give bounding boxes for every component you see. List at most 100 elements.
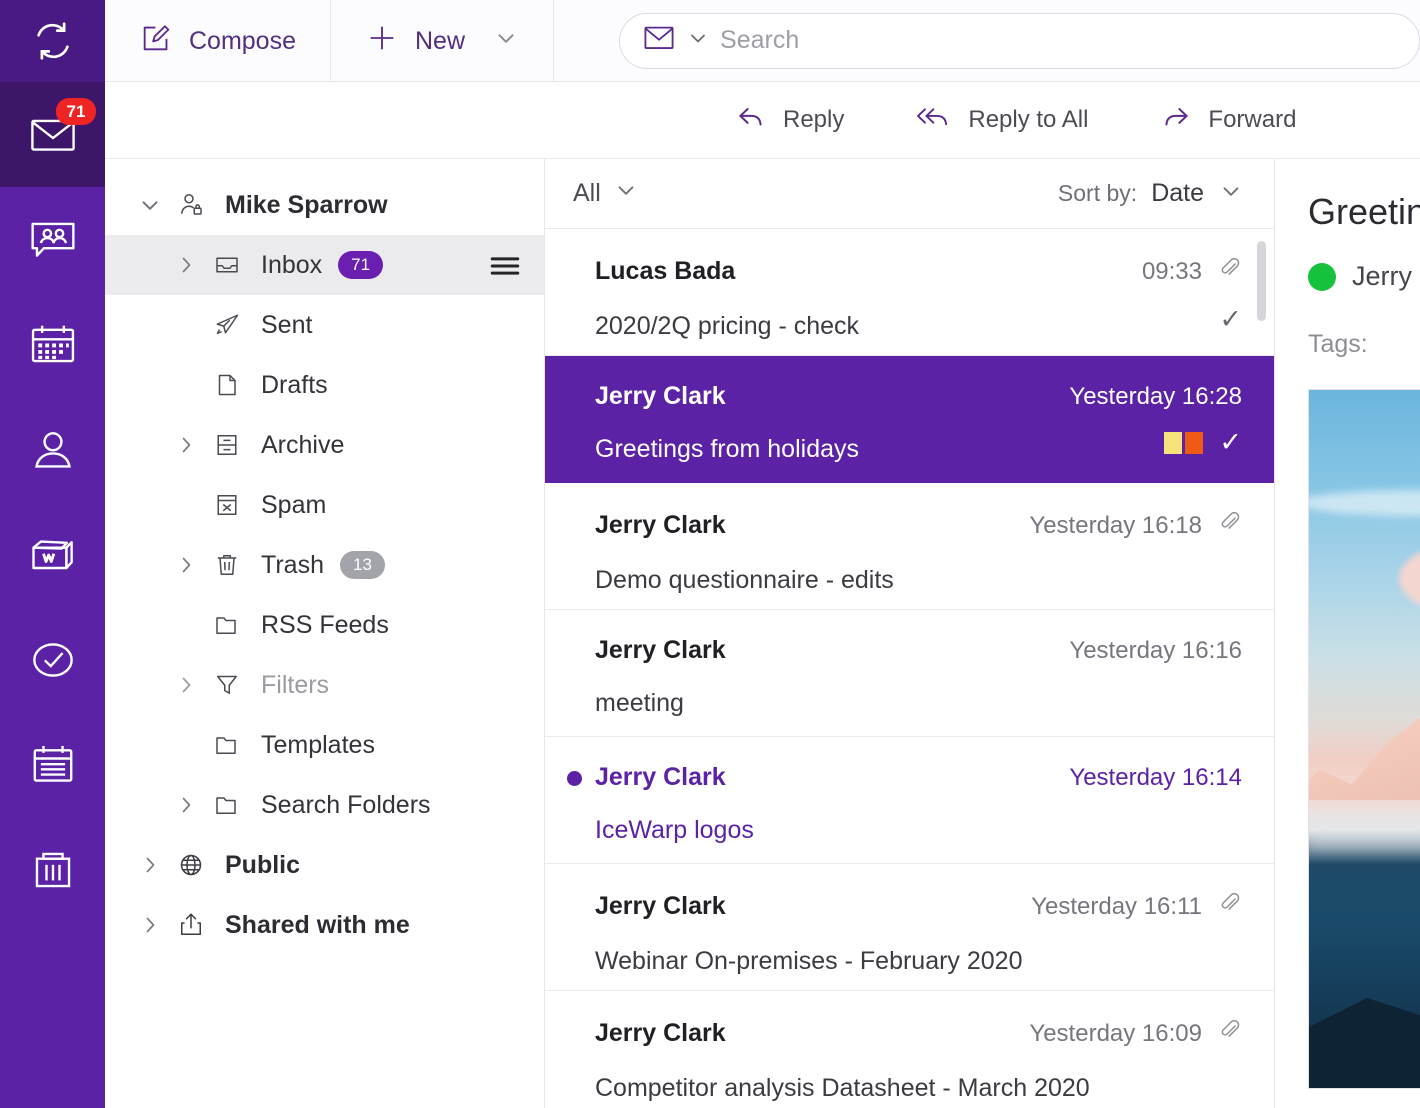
reply-to-all-button[interactable]: Reply to All xyxy=(916,101,1088,140)
message-subject: meeting xyxy=(595,689,684,717)
reply-to-all-label: Reply to All xyxy=(968,106,1089,133)
reply-label: Reply xyxy=(783,106,845,133)
chevron-down-icon[interactable] xyxy=(686,26,710,55)
chevron-down-icon[interactable] xyxy=(131,192,169,218)
draft-page-icon xyxy=(205,370,249,400)
sidebar-item-inbox[interactable]: Inbox 71 xyxy=(105,235,544,295)
message-list: All Sort by: Date Lucas Bada 09:33 2020/… xyxy=(545,159,1275,1108)
table-row[interactable]: Jerry Clark Yesterday 16:18 Demo questio… xyxy=(545,483,1274,610)
trash-icon xyxy=(27,844,79,896)
notes-icon xyxy=(27,739,79,791)
new-button[interactable]: New xyxy=(331,0,555,82)
message-subject: 2020/2Q pricing - check xyxy=(595,312,860,340)
sidebar-item-filters[interactable]: Filters xyxy=(105,655,544,715)
chevron-right-icon[interactable] xyxy=(167,793,205,817)
message-subject: Webinar On-premises - February 2020 xyxy=(595,947,1023,975)
message-subject: Competitor analysis Datasheet - March 20… xyxy=(595,1074,1090,1102)
rail-item-mail[interactable]: 71 xyxy=(0,82,105,187)
forward-arrow-icon xyxy=(1160,101,1192,140)
sidebar-item-archive[interactable]: Archive xyxy=(105,415,544,475)
message-time: 09:33 xyxy=(1141,257,1202,285)
message-rows: Lucas Bada 09:33 2020/2Q pricing - check… xyxy=(545,229,1274,1108)
sidebar-item-drafts[interactable]: Drafts xyxy=(105,355,544,415)
message-tag-chips xyxy=(1164,431,1204,454)
account-row-mike-sparrow[interactable]: Mike Sparrow xyxy=(105,175,544,235)
table-row[interactable]: Jerry Clark Yesterday 16:16 meeting xyxy=(545,610,1274,737)
top-toolbar: Compose New Search xyxy=(105,0,1420,82)
compose-button[interactable]: Compose xyxy=(105,0,331,82)
documents-w-icon xyxy=(27,529,79,581)
message-list-scrollbar[interactable] xyxy=(1257,229,1270,1108)
globe-icon xyxy=(169,850,213,880)
calendar-icon xyxy=(27,319,79,371)
forward-label: Forward xyxy=(1208,106,1297,133)
table-row[interactable]: Jerry Clark Yesterday 16:09 Competitor a… xyxy=(545,991,1274,1108)
message-time: Yesterday 16:16 xyxy=(1069,636,1242,664)
chevron-right-icon[interactable] xyxy=(131,913,169,937)
attachment-clip-icon xyxy=(1216,890,1242,923)
sidebar-item-trash[interactable]: Trash 13 xyxy=(105,535,544,595)
rail-item-chat[interactable] xyxy=(0,187,105,292)
trash-count-badge: 13 xyxy=(339,550,385,580)
sidebar-item-sent[interactable]: Sent xyxy=(105,295,544,355)
forward-button[interactable]: Forward xyxy=(1160,101,1296,140)
hamburger-icon[interactable] xyxy=(488,253,522,284)
rail-item-notes[interactable] xyxy=(0,712,105,817)
message-sender: Jerry Clark xyxy=(595,763,726,791)
left-app-rail: 71 xyxy=(0,0,105,1108)
presence-online-icon xyxy=(1308,262,1336,291)
compose-label: Compose xyxy=(189,26,296,55)
plus-icon xyxy=(365,21,399,62)
search-scope-envelope-icon[interactable] xyxy=(642,24,676,57)
table-row[interactable]: Jerry Clark Yesterday 16:14 IceWarp logo… xyxy=(545,737,1274,864)
message-time: Yesterday 16:09 xyxy=(1029,1019,1202,1047)
chevron-right-icon[interactable] xyxy=(167,673,205,697)
message-sender: Jerry Clark xyxy=(595,382,726,410)
sidebar-item-templates[interactable]: Templates xyxy=(105,715,544,775)
chevron-right-icon[interactable] xyxy=(167,253,205,277)
sidebar-item-label: Spam xyxy=(261,490,327,519)
replied-check-icon: ✓ xyxy=(1219,427,1242,457)
chevron-down-icon xyxy=(493,25,519,58)
check-circle-icon xyxy=(27,634,79,686)
mountain-peak-shape xyxy=(1309,714,1420,800)
sidebar-item-public[interactable]: Public xyxy=(105,835,544,895)
folder-icon xyxy=(205,610,249,640)
rail-item-trash[interactable] xyxy=(0,817,105,922)
sidebar-item-rss-feeds[interactable]: RSS Feeds xyxy=(105,595,544,655)
rail-item-calendar[interactable] xyxy=(0,292,105,397)
attachment-clip-icon xyxy=(1216,509,1242,542)
sidebar-item-shared-with-me[interactable]: Shared with me xyxy=(105,895,544,955)
haze-band xyxy=(1309,810,1420,850)
group-chat-icon xyxy=(27,214,79,266)
scrollbar-thumb[interactable] xyxy=(1257,241,1266,321)
message-time: Yesterday 16:11 xyxy=(1031,892,1202,920)
sidebar-item-search-folders[interactable]: Search Folders xyxy=(105,775,544,835)
account-lock-icon xyxy=(169,190,213,220)
list-filter-dropdown[interactable]: All xyxy=(573,177,639,210)
chevron-right-icon[interactable] xyxy=(167,433,205,457)
sidebar-item-spam[interactable]: Spam xyxy=(105,475,544,535)
sort-control[interactable]: Sort by: Date xyxy=(1058,178,1244,210)
mail-unread-badge: 71 xyxy=(56,98,96,125)
chevron-right-icon[interactable] xyxy=(131,853,169,877)
person-icon xyxy=(27,424,79,476)
reply-button[interactable]: Reply xyxy=(735,101,844,140)
preview-attached-image xyxy=(1308,389,1420,1089)
table-row[interactable]: Jerry Clark Yesterday 16:28 Greetings fr… xyxy=(545,356,1274,483)
unread-dot-icon xyxy=(567,771,582,786)
sync-button[interactable] xyxy=(0,0,105,82)
rail-item-contacts[interactable] xyxy=(0,397,105,502)
foreground-ridge-shape xyxy=(1309,989,1420,1088)
rail-item-documents[interactable] xyxy=(0,502,105,607)
chevron-right-icon[interactable] xyxy=(167,553,205,577)
search-input[interactable]: Search xyxy=(619,12,1420,69)
table-row[interactable]: Lucas Bada 09:33 2020/2Q pricing - check… xyxy=(545,229,1274,356)
sidebar-item-label: Templates xyxy=(261,730,375,759)
tag-chip xyxy=(1164,431,1183,454)
account-label: Mike Sparrow xyxy=(225,190,388,219)
rail-item-tasks[interactable] xyxy=(0,607,105,712)
message-subject: Greetings from holidays xyxy=(595,435,860,463)
table-row[interactable]: Jerry Clark Yesterday 16:11 Webinar On-p… xyxy=(545,864,1274,991)
sort-by-label: Sort by: xyxy=(1057,180,1138,206)
